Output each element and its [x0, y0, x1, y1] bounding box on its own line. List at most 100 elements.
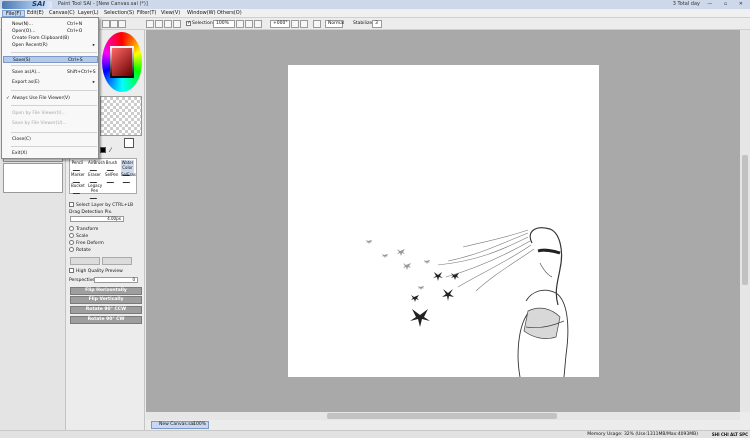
- menu-item-create-from-clipboard[interactable]: Create From Clipboard(B): [3, 35, 98, 42]
- flip-horizontally-button[interactable]: Flip Horizontally: [70, 287, 142, 295]
- window-title: Paint Tool SAI - [New Canvas.sai (*)]: [58, 1, 148, 7]
- layer-list[interactable]: [3, 163, 63, 193]
- toolbar-button-3[interactable]: [118, 20, 126, 28]
- flip-vertically-button[interactable]: Flip Vertically: [70, 296, 142, 304]
- menu-item-save-by-file-viewer[interactable]: Save by File Viewer(U)...: [3, 120, 98, 127]
- menu-view[interactable]: View(V): [158, 10, 183, 17]
- document-tab-bar: New Canvas.sai 100%: [146, 420, 750, 430]
- menu-layer[interactable]: Layer(L): [75, 10, 102, 17]
- toolbar-button-5[interactable]: [155, 20, 163, 28]
- menu-item-open-recent[interactable]: Open Recent(R) ▸: [3, 42, 98, 49]
- menu-item-always-use-file-viewer[interactable]: ✓ Always Use File Viewer(V): [3, 95, 98, 102]
- stabilizer-label: Stabilizer: [353, 21, 374, 26]
- color-wheel[interactable]: [102, 32, 142, 92]
- menu-edit[interactable]: Edit(E): [24, 10, 47, 17]
- checkbox[interactable]: [69, 268, 74, 273]
- toolbar-button-2[interactable]: [110, 20, 118, 28]
- swatch-grid[interactable]: [100, 96, 142, 136]
- window-controls[interactable]: — ▫ ✕: [707, 1, 748, 7]
- zoom-field[interactable]: 100%: [213, 20, 235, 28]
- toolbar-button-4[interactable]: [146, 20, 154, 28]
- tool-seleras[interactable]: SelEras: [121, 172, 136, 183]
- checkbox[interactable]: [69, 202, 74, 207]
- rotate-ccw-button[interactable]: Rotate 90° CCW: [70, 306, 142, 314]
- canvas-workspace[interactable]: [146, 30, 740, 412]
- menu-item-shortcut: Ctrl+S: [68, 58, 83, 63]
- radio[interactable]: [69, 240, 74, 245]
- tool-marker[interactable]: Marker: [71, 172, 85, 183]
- blend-mode-select[interactable]: Normal: [325, 20, 344, 28]
- zoom-out-button[interactable]: [236, 20, 244, 28]
- transform-radio[interactable]: Transform: [69, 226, 98, 232]
- menu-item-label: Open by File Viewer(I)...: [12, 111, 66, 116]
- menu-item-open-by-file-viewer[interactable]: Open by File Viewer(I)...: [3, 110, 98, 117]
- menu-item-label: Exit(X): [12, 151, 28, 156]
- tool-brush[interactable]: Brush: [105, 160, 118, 171]
- tool-bucket[interactable]: Bucket: [71, 183, 85, 194]
- toolbar-button-1[interactable]: [102, 20, 110, 28]
- ok-button-disabled[interactable]: [70, 257, 100, 265]
- menu-item-export-as[interactable]: Export as(E) ▸: [3, 79, 98, 86]
- vertical-scrollbar[interactable]: [740, 30, 750, 412]
- selection-label: Selection: [192, 21, 213, 26]
- menu-item-label: Export as(E): [12, 80, 40, 85]
- free-deform-radio[interactable]: Free Deform: [69, 240, 104, 246]
- toolbar-button-7[interactable]: [173, 20, 181, 28]
- menu-item-new[interactable]: New(N)... Ctrl+N: [3, 21, 98, 28]
- total-day-label: 3 Total day: [672, 1, 700, 7]
- horizontal-scrollbar[interactable]: [146, 412, 740, 420]
- menu-separator: [11, 90, 97, 91]
- radio[interactable]: [69, 226, 74, 231]
- primary-color-box[interactable]: [100, 147, 106, 153]
- menu-item-shortcut: Ctrl+N: [67, 22, 83, 27]
- menu-item-save[interactable]: Save(S) Ctrl+S: [3, 56, 98, 63]
- menu-item-exit[interactable]: Exit(X): [3, 150, 98, 157]
- tool-eraser[interactable]: Eraser: [88, 172, 101, 183]
- radio[interactable]: [69, 247, 74, 252]
- menu-others[interactable]: Others(O): [214, 10, 245, 17]
- rotate-left-button[interactable]: [291, 20, 299, 28]
- menu-bar: File(F) Edit(E) Canvas(C) Layer(L) Selec…: [0, 9, 750, 18]
- scale-radio[interactable]: Scale: [69, 233, 88, 239]
- menu-filter[interactable]: Filter(T): [134, 10, 159, 17]
- document-tab[interactable]: New Canvas.sai 100%: [151, 421, 209, 429]
- rotate-cw-button[interactable]: Rotate 90° CW: [70, 316, 142, 324]
- tool-label: SelEras: [121, 172, 136, 177]
- radio[interactable]: [69, 233, 74, 238]
- menu-file[interactable]: File(F): [2, 10, 26, 17]
- menu-canvas[interactable]: Canvas(C): [46, 10, 78, 17]
- rotate-right-button[interactable]: [300, 20, 308, 28]
- eyedropper-icon[interactable]: ⁄: [110, 147, 111, 154]
- high-quality-preview[interactable]: High Quality Preview: [69, 268, 123, 274]
- high-quality-preview-label: High Quality Preview: [76, 269, 123, 274]
- flip-view-button[interactable]: [313, 20, 321, 28]
- tool-selpen[interactable]: SelPen: [105, 172, 118, 183]
- rotate-radio[interactable]: Rotate: [69, 247, 91, 253]
- vertical-scroll-thumb[interactable]: [742, 155, 748, 285]
- menu-selection[interactable]: Selection(S): [101, 10, 137, 17]
- menu-item-label: Save as(A)...: [12, 70, 41, 75]
- selection-checkbox[interactable]: ✓: [186, 21, 191, 26]
- menu-item-label: Open Recent(R): [12, 43, 48, 48]
- stabilizer-select[interactable]: 3: [372, 20, 382, 28]
- perspective-field[interactable]: 0: [94, 277, 138, 283]
- zoom-reset-button[interactable]: [254, 20, 262, 28]
- select-layer-ctrl-lb[interactable]: Select Layer by CTRL+LB: [69, 202, 133, 208]
- drag-detection-field[interactable]: 4.00px: [70, 216, 124, 222]
- menu-item-save-as[interactable]: Save as(A)... Shift+Ctrl+S: [3, 69, 98, 76]
- zoom-in-button[interactable]: [245, 20, 253, 28]
- color-sv-square[interactable]: [112, 48, 132, 76]
- cancel-button-disabled[interactable]: [102, 257, 132, 265]
- tool-airbrush[interactable]: AirBrush: [88, 160, 105, 171]
- drawing-canvas[interactable]: [288, 65, 599, 378]
- tool-label: Legacy Pen: [88, 183, 103, 193]
- secondary-color-box[interactable]: [124, 138, 134, 148]
- menu-item-close[interactable]: Close(C): [3, 136, 98, 143]
- file-menu-dropdown: New(N)... Ctrl+N Open(O)... Ctrl+O Create …: [1, 17, 99, 159]
- rotation-field[interactable]: +000°: [270, 20, 290, 28]
- tool-legacy-pen[interactable]: Legacy Pen: [88, 183, 103, 199]
- toolbar-button-6[interactable]: [164, 20, 172, 28]
- tool-pencil[interactable]: Pencil: [71, 160, 84, 171]
- horizontal-scroll-thumb[interactable]: [327, 413, 557, 419]
- menu-item-open[interactable]: Open(O)... Ctrl+O: [3, 28, 98, 35]
